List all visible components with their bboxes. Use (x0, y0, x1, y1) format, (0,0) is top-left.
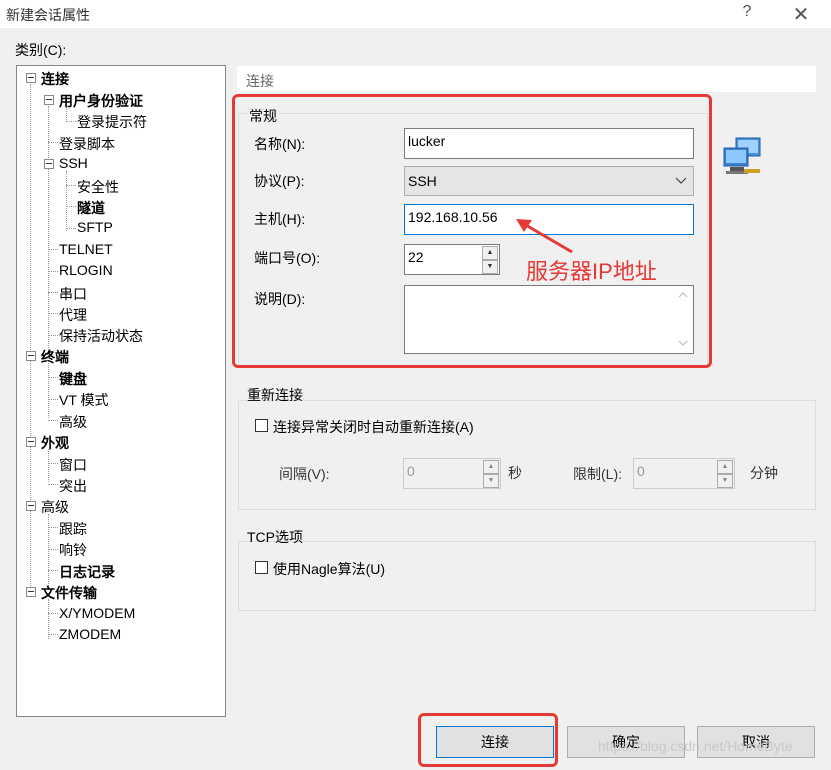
interval-unit: 秒 (508, 465, 522, 481)
tree-item-login-script[interactable]: 登录脚本 (59, 134, 115, 154)
interval-value: 0 (407, 463, 415, 479)
interval-down-arrow-icon[interactable]: ▼ (483, 474, 499, 488)
tree-item-serial[interactable]: 串口 (59, 284, 87, 304)
interval-label: 间隔(V): (279, 466, 330, 482)
panel-header: 连接 (246, 73, 274, 89)
network-computers-icon (723, 137, 761, 174)
tree-item-terminal[interactable]: 终端 (41, 347, 69, 367)
tree-collapse-icon[interactable] (26, 351, 36, 361)
tree-item-highlight[interactable]: 突出 (59, 476, 87, 496)
tree-item-logging[interactable]: 日志记录 (59, 562, 115, 582)
tree-collapse-icon[interactable] (44, 159, 54, 169)
connect-highlight-box (418, 713, 558, 767)
nagle-checkbox[interactable] (255, 561, 268, 574)
category-label: 类别(C): (15, 40, 66, 60)
tree-item-bell[interactable]: 响铃 (59, 540, 87, 560)
tree-item-proxy[interactable]: 代理 (59, 305, 87, 325)
tree-item-appearance[interactable]: 外观 (41, 433, 69, 453)
limit-down-arrow-icon[interactable]: ▼ (717, 474, 733, 488)
help-button[interactable]: ? (737, 3, 757, 25)
tree-item-window[interactable]: 窗口 (59, 455, 87, 475)
limit-unit: 分钟 (750, 465, 778, 481)
annotation-text: 服务器IP地址 (526, 259, 657, 284)
auto-reconnect-label: 连接异常关闭时自动重新连接(A) (273, 419, 474, 435)
limit-label: 限制(L): (573, 466, 622, 482)
limit-up-arrow-icon[interactable]: ▲ (717, 460, 733, 474)
tree-collapse-icon[interactable] (44, 95, 54, 105)
tree-item-file-transfer[interactable]: 文件传输 (41, 583, 97, 603)
tree-item-tunnel[interactable]: 隧道 (77, 198, 105, 218)
tree-collapse-icon[interactable] (26, 587, 36, 597)
reconnect-group-title: 重新连接 (247, 387, 303, 403)
watermark: https://blog.csdn.net/HomeByte (598, 738, 793, 754)
tree-item-sftp[interactable]: SFTP (77, 219, 113, 235)
tree-item-rlogin[interactable]: RLOGIN (59, 262, 113, 278)
tcp-group-title: TCP选项 (247, 529, 303, 545)
tree-item-zmodem[interactable]: ZMODEM (59, 626, 121, 642)
tree-item-trace[interactable]: 跟踪 (59, 519, 87, 539)
tree-item-connection[interactable]: 连接 (41, 69, 69, 89)
tree-item-vt-mode[interactable]: VT 模式 (59, 390, 109, 410)
window-title: 新建会话属性 (6, 7, 90, 23)
panel-header-bar (237, 66, 816, 92)
tree-collapse-icon[interactable] (26, 437, 36, 447)
category-label-text: 类别(C): (15, 42, 67, 58)
tree-item-xymodem[interactable]: X/YMODEM (59, 605, 135, 621)
tree-item-telnet[interactable]: TELNET (59, 241, 113, 257)
tree-item-ssh[interactable]: SSH (59, 155, 88, 171)
nagle-label: 使用Nagle算法(U) (273, 561, 386, 577)
tree-collapse-icon[interactable] (26, 73, 36, 83)
tree-item-terminal-advanced[interactable]: 高级 (59, 412, 87, 432)
category-tree[interactable]: 连接 用户身份验证 登录提示符 登录脚本 SSH 安全性 隧道 SFTP TEL… (16, 65, 226, 717)
tree-item-user-auth[interactable]: 用户身份验证 (59, 91, 143, 111)
tree-item-login-prompt[interactable]: 登录提示符 (77, 112, 147, 132)
tree-collapse-icon[interactable] (26, 501, 36, 511)
annotation-arrow-icon (516, 219, 573, 254)
close-button[interactable]: ✕ (790, 2, 812, 26)
tree-item-advanced[interactable]: 高级 (41, 497, 69, 517)
general-highlight-box (232, 94, 712, 368)
tree-item-keyboard[interactable]: 键盘 (59, 369, 87, 389)
interval-up-arrow-icon[interactable]: ▲ (483, 460, 499, 474)
auto-reconnect-checkbox[interactable] (255, 419, 268, 432)
tree-item-security[interactable]: 安全性 (77, 177, 119, 197)
tree-item-keepalive[interactable]: 保持活动状态 (59, 326, 143, 346)
limit-value: 0 (637, 463, 645, 479)
title-bar (0, 0, 831, 28)
